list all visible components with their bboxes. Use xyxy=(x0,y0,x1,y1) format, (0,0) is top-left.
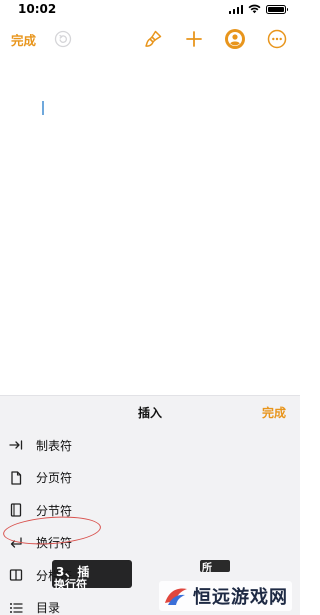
tab-arrow-icon xyxy=(8,437,24,453)
plus-icon[interactable] xyxy=(183,28,205,50)
list-icon xyxy=(8,600,24,615)
insert-panel-title: 插入 xyxy=(137,406,162,420)
status-bar: 10:02 xyxy=(0,0,300,18)
insert-panel: 插入 完成 制表符 分页符 分节符 换行符 目录 3、插 换行符 所 恒远游戏网 xyxy=(0,395,300,615)
done-button[interactable]: 完成 xyxy=(11,30,36,49)
document-canvas[interactable] xyxy=(0,56,300,392)
watermark-text: 恒远游戏网 xyxy=(193,587,288,608)
menu-item-tab[interactable]: 制表符 xyxy=(0,429,300,462)
collaborate-icon[interactable] xyxy=(224,28,246,50)
menu-item-page-break[interactable]: 分页符 xyxy=(0,462,300,495)
insert-panel-header: 插入 完成 xyxy=(0,396,300,428)
wifi-icon xyxy=(248,4,261,14)
tutorial-caption-right: 所 xyxy=(202,563,212,574)
section-icon xyxy=(8,502,24,518)
status-time: 10:02 xyxy=(18,2,57,16)
more-icon[interactable] xyxy=(266,28,288,50)
undo-icon[interactable] xyxy=(52,28,74,50)
watermark-logo-icon xyxy=(163,585,189,607)
menu-item-label: 目录 xyxy=(36,601,61,615)
paintbrush-icon[interactable] xyxy=(142,28,164,50)
cellular-signal-icon xyxy=(228,4,243,14)
menu-item-label: 制表符 xyxy=(36,438,73,453)
menu-item-label: 分页符 xyxy=(36,471,73,486)
text-cursor xyxy=(42,101,44,115)
watermark: 恒远游戏网 xyxy=(159,581,292,611)
insert-panel-done-button[interactable]: 完成 xyxy=(262,404,286,421)
tutorial-caption-line-2: 换行符 xyxy=(54,578,87,591)
page-icon xyxy=(8,470,24,486)
column-icon xyxy=(8,567,24,583)
status-icons xyxy=(228,4,288,14)
document-toolbar: 完成 xyxy=(0,24,300,54)
battery-icon xyxy=(266,4,288,14)
